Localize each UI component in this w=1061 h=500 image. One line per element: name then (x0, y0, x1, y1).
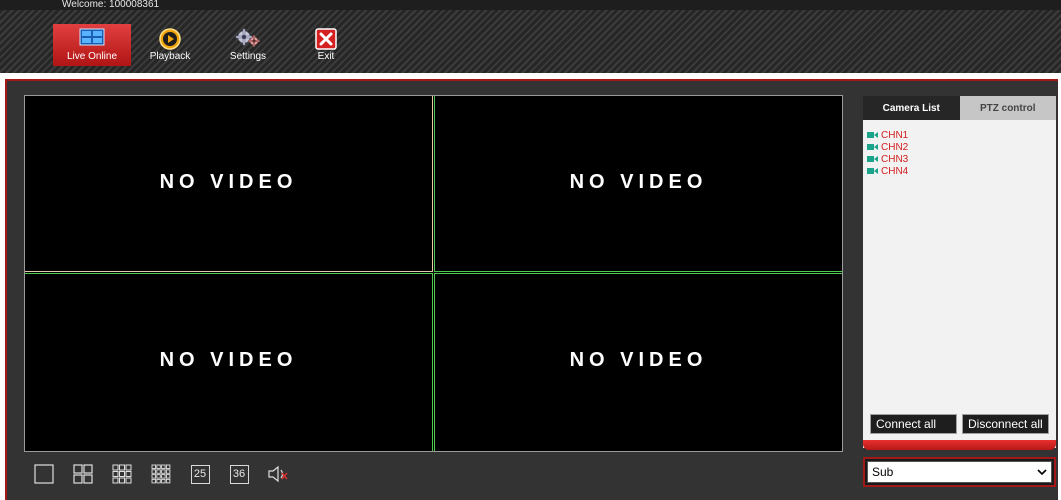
speaker-mute-icon (268, 465, 288, 483)
camera-icon (867, 168, 878, 174)
camera-item-chn2[interactable]: CHN2 (867, 141, 908, 153)
no-video-label: NO VIDEO (159, 171, 298, 193)
quad-view-icon (73, 464, 93, 484)
camera-label: CHN4 (881, 165, 909, 177)
tab-ptz-control[interactable]: PTZ control (959, 96, 1056, 120)
nav-playback[interactable]: Playback (131, 24, 209, 66)
main-nav: Live Online Playback Settings Exit (53, 24, 365, 70)
camera-icon (867, 132, 878, 138)
nav-label: Live Online (66, 51, 118, 62)
layout-36-label: 36 (229, 464, 249, 484)
no-video-label: NO VIDEO (569, 349, 708, 371)
chevron-down-icon (1037, 468, 1047, 475)
video-cell[interactable]: NO VIDEO (434, 273, 842, 451)
stream-select-container: Sub (863, 457, 1056, 487)
no-video-label: NO VIDEO (569, 171, 708, 193)
nine-view-icon (112, 464, 132, 484)
mute-button[interactable] (267, 463, 289, 485)
nav-label: Settings (229, 51, 267, 62)
camera-list: CHN1 CHN2 CHN3 CHN4 (867, 129, 908, 177)
panel-footer-bar (863, 440, 1056, 450)
disconnect-all-button[interactable]: Disconnect all (962, 414, 1049, 434)
stream-select-value: Sub (872, 465, 894, 479)
nav-settings[interactable]: Settings (209, 24, 287, 66)
layout-1-button[interactable] (33, 463, 55, 485)
panel-tabs: Camera List PTZ control (863, 96, 1056, 120)
connect-all-button[interactable]: Connect all (870, 414, 957, 434)
panel-buttons: Connect all Disconnect all (870, 414, 1049, 434)
nav-live-online[interactable]: Live Online (53, 24, 131, 66)
video-cell[interactable]: NO VIDEO (25, 273, 433, 451)
camera-label: CHN1 (881, 129, 909, 141)
video-grid: NO VIDEO NO VIDEO NO VIDEO NO VIDEO (24, 95, 843, 452)
layout-9-button[interactable] (111, 463, 133, 485)
camera-item-chn3[interactable]: CHN3 (867, 153, 908, 165)
layout-25-button[interactable]: 25 (189, 463, 211, 485)
gears-icon (235, 28, 261, 51)
camera-panel: Camera List PTZ control CHN1 CHN2 CHN3 C… (863, 96, 1056, 448)
camera-item-chn1[interactable]: CHN1 (867, 129, 908, 141)
stream-select[interactable]: Sub (867, 461, 1052, 483)
camera-label: CHN2 (881, 141, 909, 153)
no-video-label: NO VIDEO (159, 349, 298, 371)
layout-36-button[interactable]: 36 (228, 463, 250, 485)
video-cell[interactable]: NO VIDEO (434, 96, 842, 272)
tab-camera-list[interactable]: Camera List (863, 96, 960, 120)
top-bar: Welcome: 100008361 Live Online Playback … (0, 0, 1061, 73)
single-view-icon (34, 464, 54, 484)
play-circle-icon (159, 28, 181, 53)
camera-icon (867, 156, 878, 162)
welcome-text: Welcome: 100008361 (62, 0, 160, 10)
layout-25-label: 25 (190, 464, 210, 484)
camera-label: CHN3 (881, 153, 909, 165)
camera-icon (867, 144, 878, 150)
live-monitor-icon (79, 28, 105, 49)
layout-4-button[interactable] (72, 463, 94, 485)
camera-item-chn4[interactable]: CHN4 (867, 165, 908, 177)
close-x-icon (315, 28, 337, 53)
layout-toolbar: 25 36 (33, 462, 306, 486)
layout-16-button[interactable] (150, 463, 172, 485)
video-cell[interactable]: NO VIDEO (25, 96, 433, 272)
welcome-strip (0, 0, 1061, 10)
sixteen-view-icon (151, 464, 171, 484)
nav-exit[interactable]: Exit (287, 24, 365, 66)
